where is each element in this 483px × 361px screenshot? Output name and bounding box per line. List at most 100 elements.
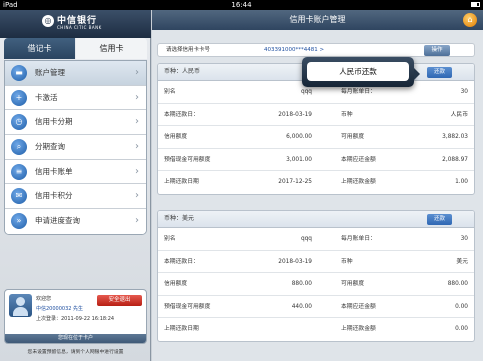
row-label: 可用额度: [341, 281, 365, 287]
tab-credit-card[interactable]: 信用卡: [76, 38, 147, 59]
card-icon: ▬: [11, 65, 27, 81]
user-name: 中信20000032 先生: [36, 306, 84, 312]
row-label: 预借现金可用额度: [164, 156, 211, 163]
row-value: 2018-03-19: [278, 258, 312, 265]
card-selector-label: 请选择信用卡卡号: [166, 47, 211, 53]
section-usd: 币种：美元 还款 别名 qqq 每月账单日： 30 本期还款日： 2018-03-19 币…: [157, 210, 475, 342]
last-login: 上次登录：2011-09-22 16:18:24: [36, 316, 115, 322]
card-number[interactable]: 403391000***4481 >: [264, 44, 324, 56]
chevron-right-icon: ›: [135, 141, 139, 153]
table-row: 信用额度 6,000.00 可用额度 3,882.03: [158, 126, 474, 149]
sidebar-item-label: 分期查询: [35, 142, 65, 152]
home-icon[interactable]: ⌂: [463, 13, 477, 27]
sidebar-item-installment-query[interactable]: ⌕ 分期查询 ›: [5, 135, 146, 160]
chevron-right-icon: ›: [135, 91, 139, 103]
chevron-right-icon: ›: [135, 67, 139, 78]
currency-label: 币种：人民币: [164, 68, 201, 75]
row-value: 人民币: [450, 111, 468, 118]
repay-button[interactable]: 还款: [427, 214, 452, 225]
row-value: 30: [460, 236, 468, 242]
progress-icon: »: [11, 213, 27, 230]
row-value: 2018-03-19: [278, 111, 312, 118]
activate-icon: +: [11, 89, 27, 106]
user-panel: 欢迎您 中信20000032 先生 上次登录：2011-09-22 16:18:…: [4, 289, 147, 344]
row-label: 别名: [164, 89, 176, 95]
operate-button[interactable]: 操作: [424, 45, 450, 56]
welcome-text: 欢迎您: [36, 296, 52, 302]
table-row: 本期还款日： 2018-03-19 币种 人民币: [158, 104, 474, 126]
row-value: 1.00: [455, 179, 468, 185]
nav-bar: 信用卡账户管理 ⌂: [152, 10, 483, 30]
table-row: 上期还款日期 上期还款金额 0.00: [158, 318, 474, 341]
table-row: 预借现金可用额度 3,001.00 本期应还金额 2,088.97: [158, 149, 474, 171]
status-bar: iPad 16:44: [0, 0, 483, 10]
row-value: 2,088.97: [442, 156, 468, 163]
reserved-info-note: 您未设置预留信息，请到个人网银中进行设置: [27, 350, 124, 355]
row-value: 6,000.00: [286, 134, 312, 140]
chevron-right-icon: ›: [135, 165, 139, 177]
row-label: 别名: [164, 236, 176, 242]
rmb-repay-option[interactable]: 人民币还款: [307, 62, 409, 81]
sidebar-item-credit-points[interactable]: ✉ 信用卡积分 ›: [5, 184, 146, 210]
battery-icon: [471, 2, 480, 7]
sidebar-item-credit-bill[interactable]: ≡ 信用卡账单 ›: [5, 159, 146, 185]
table-row: 预借现金可用额度 440.00 本期应还金额 0.00: [158, 296, 474, 318]
table-row: 信用额度 880.00 可用额度 880.00: [158, 273, 474, 296]
row-value: 880.00: [291, 281, 312, 287]
popover-arrow: [414, 68, 420, 80]
logout-button[interactable]: 安全退出: [97, 295, 142, 306]
row-label: 可用额度: [341, 134, 365, 140]
row-label: 币种: [341, 258, 353, 265]
row-value: 美元: [456, 258, 468, 265]
sidebar-item-account-management[interactable]: ▬ 账户管理 ›: [5, 61, 146, 86]
row-label: 上期还款金额: [341, 326, 376, 332]
sidebar-menu: ▬ 账户管理 › + 卡激活 › ◷ 信用卡分期 › ⌕ 分期查询 › ≡ 信用…: [4, 60, 147, 235]
sidebar-item-label: 信用卡账单: [35, 166, 73, 176]
sidebar-item-installment[interactable]: ◷ 信用卡分期 ›: [5, 110, 146, 136]
row-label: 本期还款日：: [164, 258, 199, 265]
logo-mark-icon: ◎: [42, 15, 54, 27]
table-row: 本期还款日： 2018-03-19 币种 美元: [158, 251, 474, 273]
currency-label: 币种：美元: [164, 215, 195, 222]
row-value: 30: [460, 89, 468, 95]
card-selector[interactable]: 请选择信用卡卡号 403391000***4481 > 操作: [157, 43, 475, 57]
row-label: 币种: [341, 111, 353, 118]
chevron-right-icon: ›: [135, 190, 139, 202]
card-tabs: 借记卡 信用卡: [4, 38, 147, 59]
sidebar-item-application-progress[interactable]: » 申请进度查询 ›: [5, 209, 146, 234]
row-value: 0.00: [455, 326, 468, 332]
sidebar: ◎ 中信银行 CHINA CITIC BANK 借记卡 信用卡 ▬ 账户管理 ›…: [0, 10, 151, 361]
section-header: 币种：美元 还款: [158, 211, 474, 228]
row-label: 信用额度: [164, 281, 188, 287]
repay-button[interactable]: 还款: [427, 67, 452, 78]
row-label: 本期还款日：: [164, 111, 199, 118]
chevron-right-icon: ›: [135, 116, 139, 128]
bill-icon: ≡: [11, 163, 27, 180]
table-row: 上期还款日期 2017-12-25 上期还款金额 1.00: [158, 171, 474, 194]
repay-popover: 人民币还款: [302, 57, 420, 87]
row-label: 本期应还金额: [341, 156, 376, 163]
search-icon: ⌕: [11, 139, 27, 156]
row-value: qqq: [300, 236, 312, 242]
row-label: 每月账单日：: [341, 236, 376, 242]
sidebar-item-label: 账户管理: [35, 68, 65, 77]
tab-debit-card[interactable]: 借记卡: [4, 38, 75, 59]
row-label: 上期还款日期: [164, 179, 199, 185]
sidebar-item-label: 信用卡分期: [35, 117, 73, 127]
row-label: 信用额度: [164, 134, 188, 140]
row-value: 3,882.03: [442, 134, 468, 140]
row-value: 880.00: [447, 281, 468, 287]
sidebar-item-label: 信用卡积分: [35, 191, 73, 201]
bank-logo: ◎ 中信银行 CHINA CITIC BANK: [0, 10, 151, 38]
sidebar-item-card-activation[interactable]: + 卡激活 ›: [5, 85, 146, 111]
sidebar-item-label: 卡激活: [35, 92, 58, 102]
location-bar: 您现在位于卡户: [5, 334, 146, 343]
row-label: 上期还款日期: [164, 326, 199, 332]
bank-name-en: CHINA CITIC BANK: [57, 25, 102, 30]
row-value: 3,001.00: [286, 156, 312, 163]
clock-icon: ◷: [11, 114, 27, 131]
clock: 16:44: [231, 1, 252, 9]
row-value: 0.00: [455, 303, 468, 310]
row-label: 上期还款金额: [341, 179, 376, 185]
page-title: 信用卡账户管理: [289, 15, 346, 24]
